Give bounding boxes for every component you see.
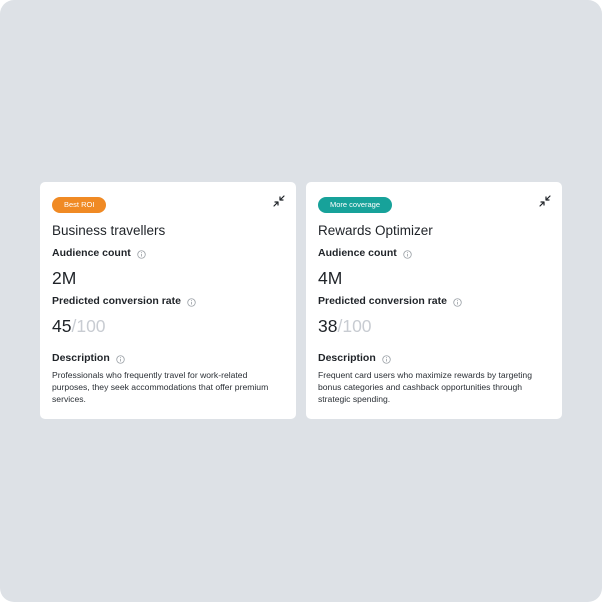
collapse-arrows-icon[interactable] [272,194,286,208]
info-icon[interactable] [137,249,146,259]
conversion-rate-text: Predicted conversion rate [318,295,447,307]
badge-more-coverage: More coverage [318,197,393,213]
description-text: Frequent card users who maximize rewards… [318,370,532,404]
info-icon[interactable] [187,297,196,307]
audience-count-label: Audience count [318,246,550,260]
description-label: Description [52,351,284,365]
description-label-text: Description [318,352,376,364]
conversion-max: /100 [71,316,106,336]
description-label-text: Description [52,352,110,364]
description-text: Professionals who frequently travel for … [52,370,269,404]
description-label: Description [318,351,550,365]
conversion-rate-label: Predicted conversion rate [52,294,284,308]
conversion-score: 38 [318,316,338,336]
audience-count-text: Audience count [318,247,397,259]
info-icon[interactable] [382,354,391,364]
conversion-rate-value: 38/100 [318,315,550,337]
info-icon[interactable] [403,249,412,259]
audience-count-value: 2M [52,268,77,288]
conversion-rate-value: 45/100 [52,315,284,337]
audience-count-text: Audience count [52,247,131,259]
conversion-rate-text: Predicted conversion rate [52,295,181,307]
audience-count-value: 4M [318,268,343,288]
segment-card-business-travellers[interactable]: Best ROI Business travellers Audience co… [40,182,296,419]
info-icon[interactable] [116,354,125,364]
info-icon[interactable] [453,297,462,307]
conversion-rate-label: Predicted conversion rate [318,294,550,308]
badge-best-roi: Best ROI [52,197,107,213]
page-background: Best ROI Business travellers Audience co… [0,0,602,602]
audience-count-label: Audience count [52,246,284,260]
collapse-arrows-icon[interactable] [538,194,552,208]
card-title: Business travellers [52,223,166,238]
conversion-max: /100 [337,316,372,336]
card-title: Rewards Optimizer [318,223,433,238]
conversion-score: 45 [52,316,72,336]
segment-card-rewards-optimizer[interactable]: More coverage Rewards Optimizer Audience… [306,182,562,419]
